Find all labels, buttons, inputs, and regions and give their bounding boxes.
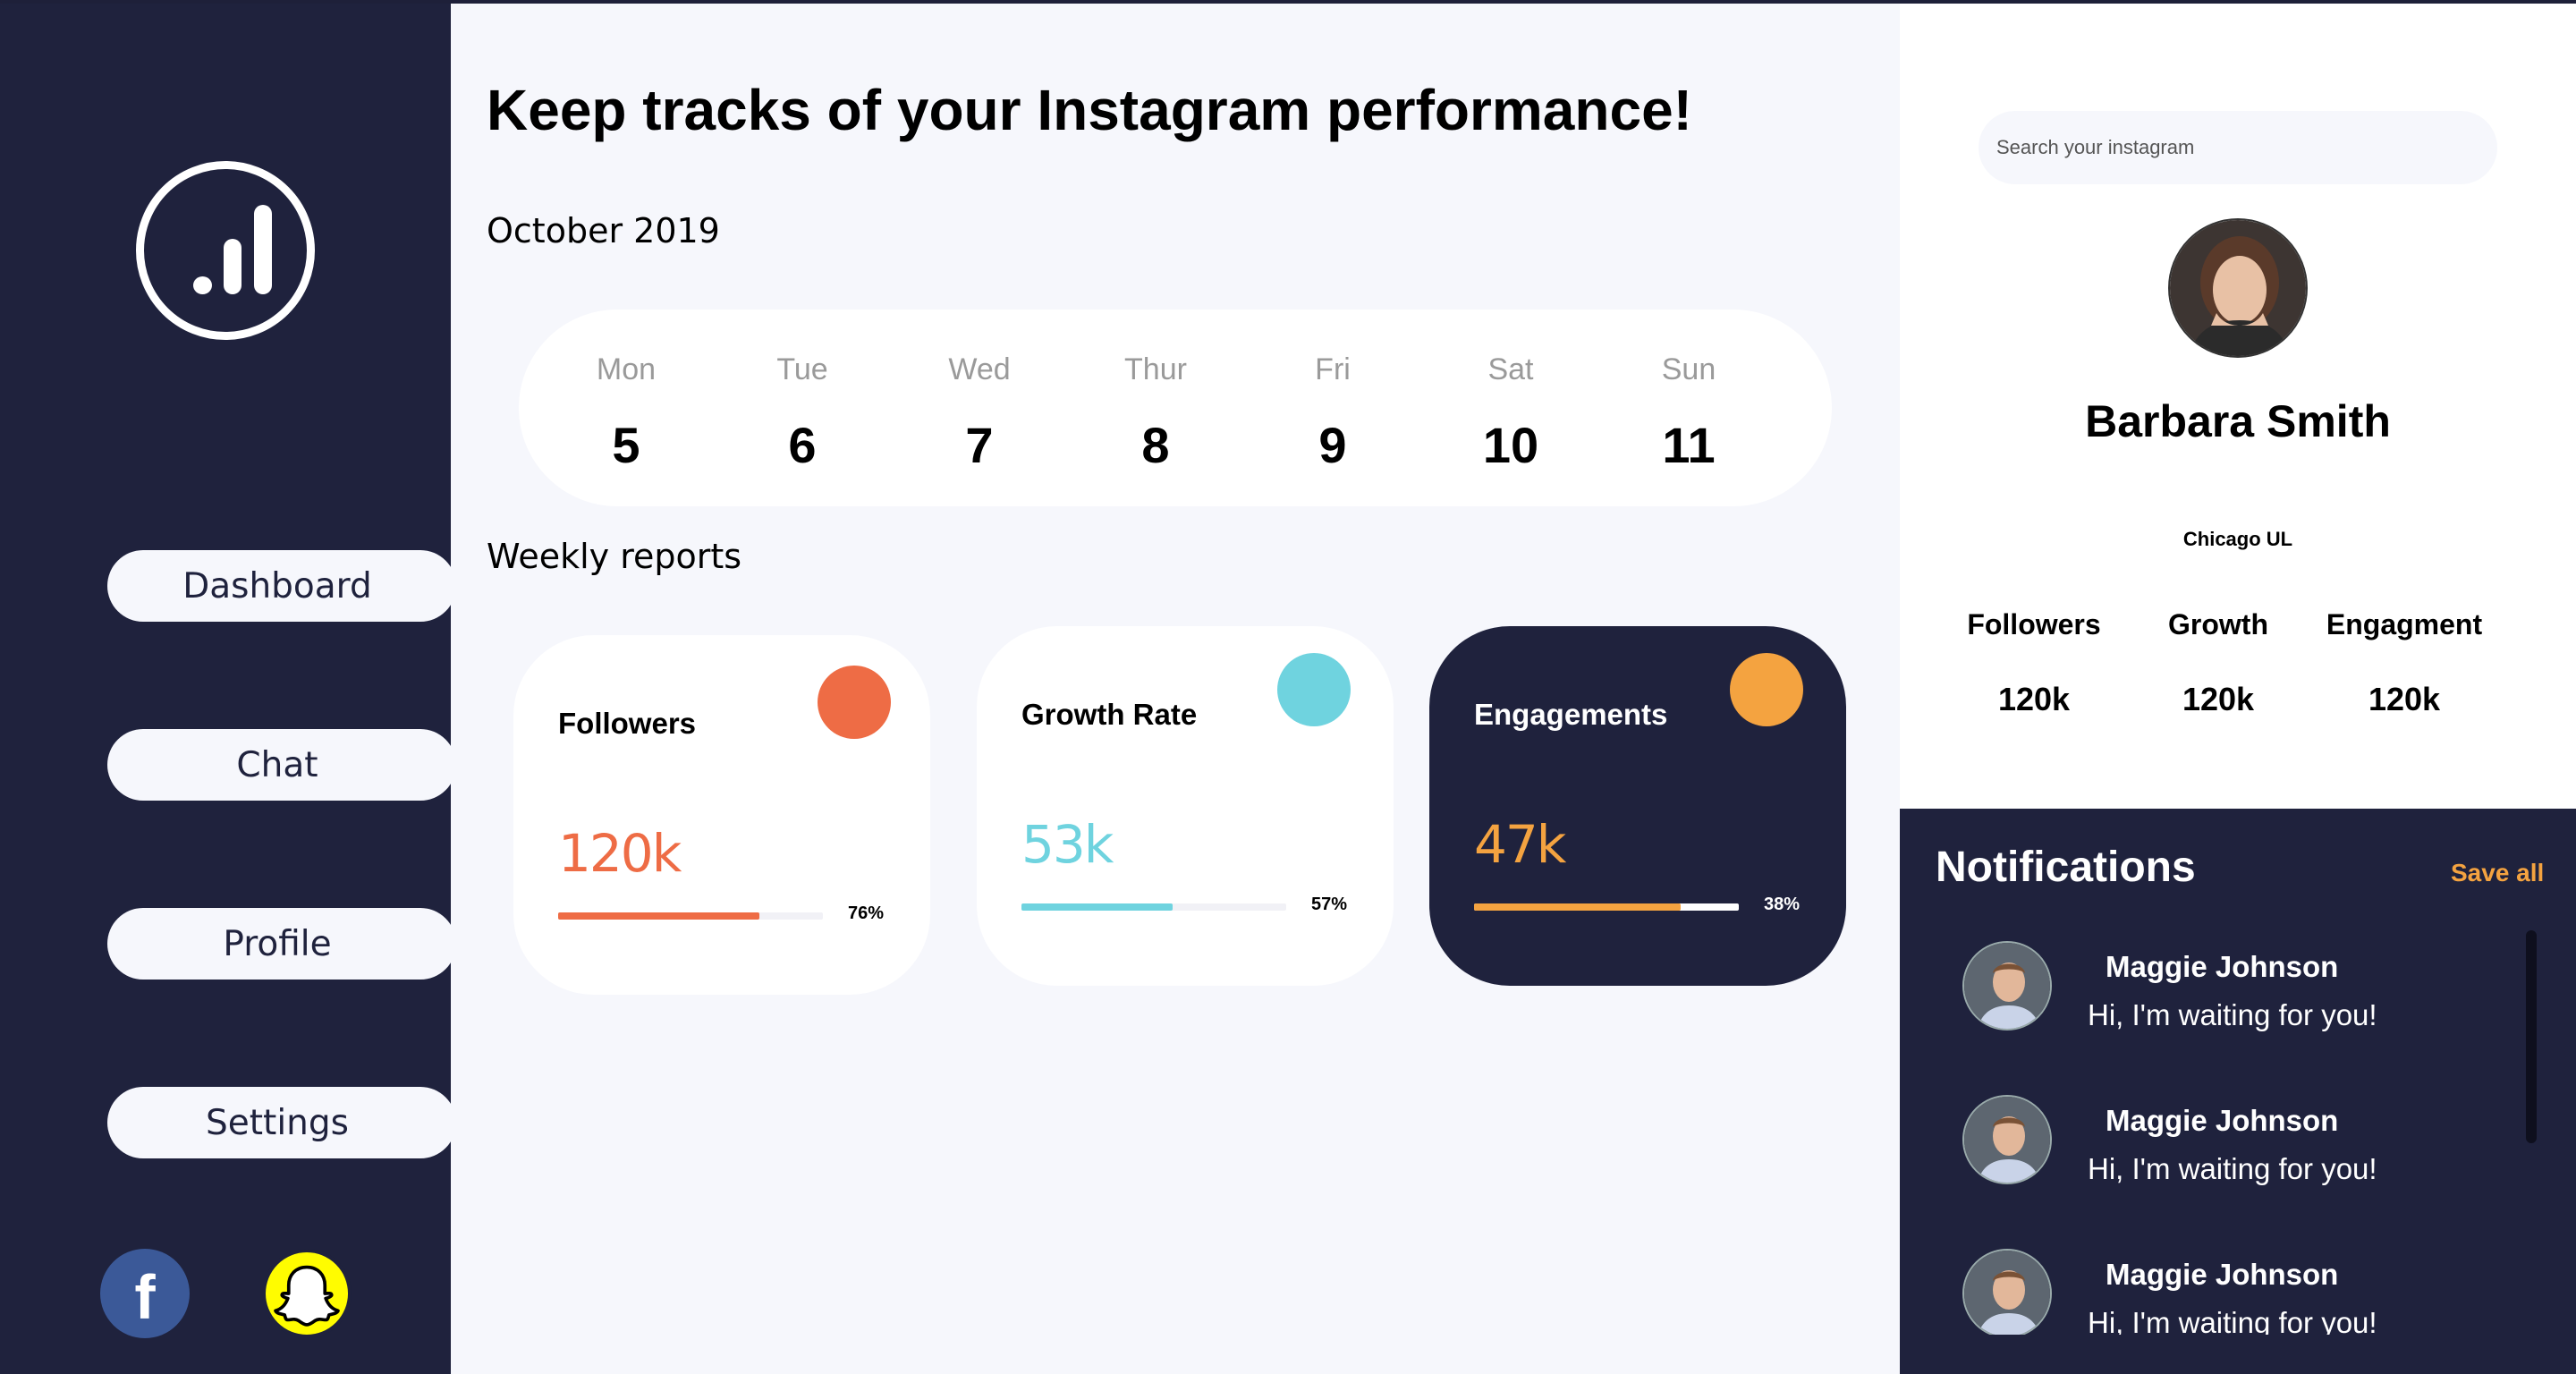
notification-avatar bbox=[1962, 1095, 2052, 1184]
followers-card[interactable]: Followers 120k 76% bbox=[513, 635, 930, 995]
calendar-day[interactable]: Fri 9 bbox=[1279, 352, 1386, 474]
notification-message: Hi, I'm waiting for you! bbox=[2088, 1152, 2377, 1185]
card-value: 47k bbox=[1474, 814, 1566, 875]
logo-bar-2 bbox=[224, 239, 242, 294]
notification-item[interactable]: Maggie Johnson Hi, I'm waiting for you! bbox=[1962, 941, 2499, 1048]
day-name: Sun bbox=[1661, 352, 1716, 386]
stat-value: 120k bbox=[2368, 681, 2441, 717]
window-top-border bbox=[0, 0, 2576, 4]
progress-track bbox=[558, 912, 823, 920]
notification-sender: Maggie Johnson bbox=[2106, 950, 2339, 983]
current-month: October 2019 bbox=[487, 211, 720, 250]
growth-rate-card[interactable]: Growth Rate 53k 57% bbox=[977, 626, 1394, 986]
calendar-day[interactable]: Wed 7 bbox=[926, 352, 1033, 474]
profile-location: Chicago UL bbox=[2182, 528, 2293, 550]
calendar-day[interactable]: Mon 5 bbox=[572, 352, 680, 474]
day-name: Mon bbox=[596, 352, 657, 386]
day-name: Tue bbox=[776, 352, 828, 386]
search-input[interactable] bbox=[1979, 111, 2497, 184]
card-title: Engagements bbox=[1474, 698, 1668, 731]
card-title: Growth Rate bbox=[1021, 698, 1198, 731]
card-accent-dot bbox=[1277, 653, 1351, 726]
facebook-glyph: f bbox=[134, 1262, 156, 1332]
engagements-card[interactable]: Engagements 47k 38% bbox=[1429, 626, 1846, 986]
notification-item[interactable]: Maggie Johnson Hi, I'm waiting for you! bbox=[1962, 1095, 2499, 1202]
calendar-day[interactable]: Sat 10 bbox=[1457, 352, 1564, 474]
notification-avatar bbox=[1962, 941, 2052, 1030]
progress-fill bbox=[1474, 903, 1681, 911]
day-date: 9 bbox=[1318, 417, 1347, 473]
save-all-button[interactable]: Save all bbox=[2451, 859, 2544, 887]
progress-track bbox=[1474, 903, 1739, 911]
day-date: 6 bbox=[788, 417, 817, 473]
week-calendar: Mon 5 Tue 6 Wed 7 Thur 8 Fri 9 Sat 10 Su… bbox=[519, 310, 1832, 506]
day-name: Wed bbox=[948, 352, 1011, 386]
stat-label: Followers bbox=[1967, 608, 2101, 640]
notifications-list[interactable]: Maggie Johnson Hi, I'm waiting for you! … bbox=[1900, 941, 2576, 1335]
main-content: Keep tracks of your Instagram performanc… bbox=[451, 4, 1900, 1374]
nav-profile-button[interactable]: Profile bbox=[107, 908, 456, 980]
snapchat-icon[interactable] bbox=[262, 1249, 352, 1338]
logo-bar-1 bbox=[193, 276, 212, 294]
notification-message: Hi, I'm waiting for you! bbox=[2088, 1306, 2377, 1335]
notifications-scrollbar[interactable] bbox=[2526, 930, 2537, 1143]
card-accent-dot bbox=[1730, 653, 1803, 726]
day-date: 8 bbox=[1141, 417, 1170, 473]
profile-avatar[interactable] bbox=[2168, 218, 2308, 358]
logo-bar-3 bbox=[254, 205, 272, 294]
notification-avatar-image bbox=[1964, 1097, 2050, 1183]
notification-item[interactable]: Maggie Johnson Hi, I'm waiting for you! bbox=[1962, 1249, 2499, 1335]
profile-name: Barbara Smith bbox=[2085, 396, 2391, 446]
card-title: Followers bbox=[558, 707, 697, 740]
card-value: 53k bbox=[1021, 814, 1114, 875]
day-date: 11 bbox=[1662, 417, 1716, 473]
notification-avatar-image bbox=[1964, 943, 2050, 1029]
notification-message: Hi, I'm waiting for you! bbox=[2088, 998, 2377, 1031]
calendar-day[interactable]: Thur 8 bbox=[1102, 352, 1209, 474]
notifications-panel: Notifications Save all Maggie Johnson Hi… bbox=[1900, 809, 2576, 1374]
stat-value: 120k bbox=[1997, 681, 2071, 717]
calendar-day[interactable]: Sun 11 bbox=[1635, 352, 1742, 474]
progress-fill bbox=[1021, 903, 1173, 911]
card-value: 120k bbox=[558, 823, 682, 884]
weekly-reports-heading: Weekly reports bbox=[487, 537, 742, 576]
notification-sender: Maggie Johnson bbox=[2106, 1104, 2339, 1137]
progress-fill bbox=[558, 912, 759, 920]
page-title: Keep tracks of your Instagram performanc… bbox=[487, 78, 1692, 142]
notifications-title: Notifications bbox=[1936, 844, 2196, 891]
nav-dashboard-button[interactable]: Dashboard bbox=[107, 550, 456, 622]
day-date: 5 bbox=[612, 417, 640, 473]
stat-label: Engagment bbox=[2326, 608, 2483, 640]
calendar-day[interactable]: Tue 6 bbox=[749, 352, 856, 474]
stat-value: 120k bbox=[2182, 681, 2255, 717]
stat-label: Growth bbox=[2168, 608, 2268, 640]
stat-engagement: Engagment 120k bbox=[2306, 608, 2503, 718]
facebook-icon[interactable]: f bbox=[100, 1249, 190, 1338]
card-accent-dot bbox=[818, 666, 891, 739]
analytics-logo-icon[interactable] bbox=[136, 161, 315, 340]
progress-track bbox=[1021, 903, 1286, 911]
profile-avatar-image bbox=[2170, 220, 2306, 356]
stat-growth: Growth 120k bbox=[2120, 608, 2317, 718]
day-name: Fri bbox=[1315, 352, 1351, 386]
progress-percent: 57% bbox=[1311, 895, 1348, 914]
sidebar: Dashboard Chat Profile Settings f bbox=[0, 0, 456, 1374]
progress-percent: 76% bbox=[848, 903, 885, 923]
day-name: Sat bbox=[1487, 352, 1534, 386]
day-name: Thur bbox=[1124, 352, 1187, 386]
snapchat-ghost-icon bbox=[274, 1265, 340, 1327]
profile-panel: Barbara Smith Chicago UL Followers 120k … bbox=[1900, 4, 2576, 809]
notification-sender: Maggie Johnson bbox=[2106, 1258, 2339, 1291]
progress-percent: 38% bbox=[1764, 895, 1801, 914]
stat-followers: Followers 120k bbox=[1936, 608, 2132, 718]
day-date: 10 bbox=[1482, 417, 1539, 473]
notification-avatar bbox=[1962, 1249, 2052, 1335]
notification-avatar-image bbox=[1964, 1251, 2050, 1335]
day-date: 7 bbox=[965, 417, 994, 473]
nav-chat-button[interactable]: Chat bbox=[107, 729, 456, 801]
nav-settings-button[interactable]: Settings bbox=[107, 1087, 456, 1158]
